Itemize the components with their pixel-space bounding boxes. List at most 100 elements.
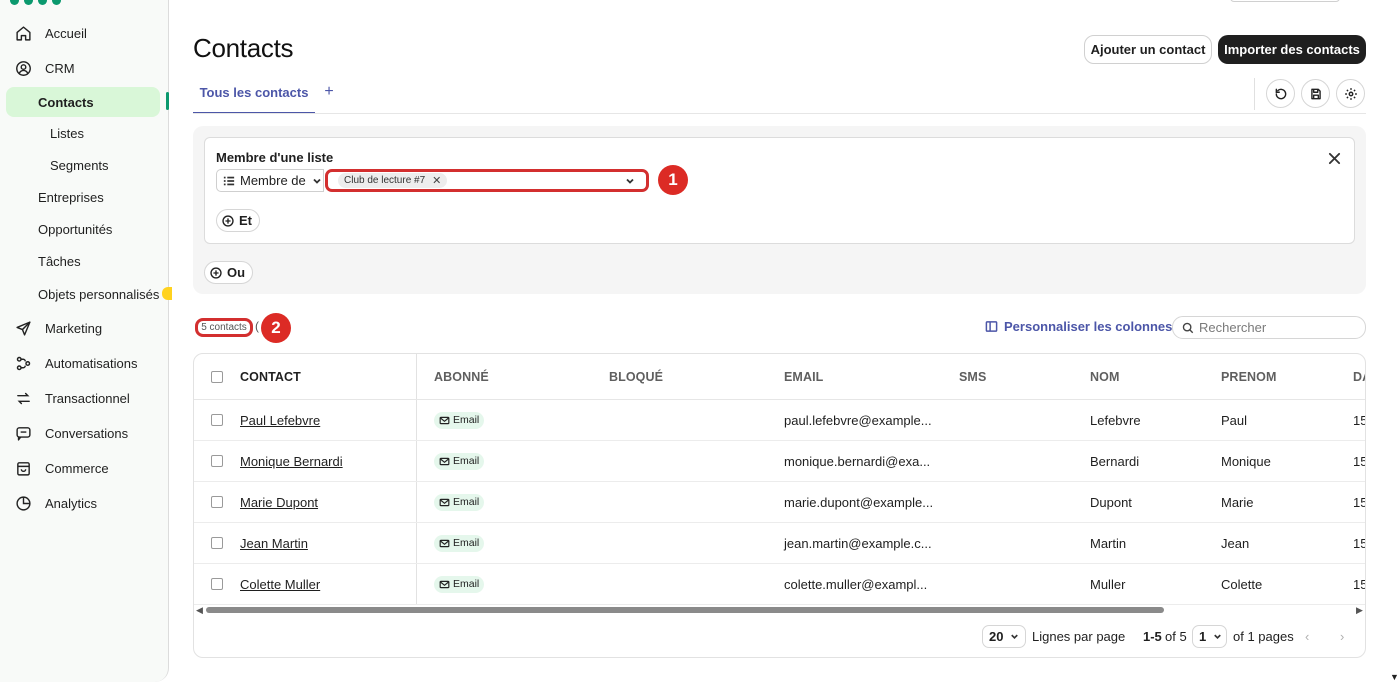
sidebar-item-accueil[interactable]: Accueil: [6, 18, 160, 48]
prenom-cell: Jean: [1221, 535, 1250, 551]
sidebar-item-marketing[interactable]: Marketing: [6, 313, 160, 343]
column-header-email[interactable]: EMAIL: [784, 354, 823, 399]
nom-cell: Bernardi: [1090, 453, 1140, 469]
rows-per-page-value: 20: [989, 629, 1004, 644]
sidebar-item-analytics[interactable]: Analytics: [6, 488, 160, 518]
add-contact-button[interactable]: Ajouter un contact: [1084, 35, 1212, 64]
sidebar-item-opportunites[interactable]: Opportunités: [6, 214, 160, 244]
sidebar-item-listes[interactable]: Listes: [6, 118, 160, 148]
search-input[interactable]: [1199, 320, 1349, 335]
row-checkbox[interactable]: [211, 564, 223, 604]
plus-circle-icon: [222, 214, 234, 227]
page-scroll-down-arrow[interactable]: ▼: [1390, 672, 1399, 682]
sidebar-item-taches[interactable]: Tâches: [6, 246, 160, 276]
table-row[interactable]: Paul Lefebvre Email paul.lefebvre@exampl…: [194, 400, 1365, 441]
next-page-button[interactable]: ›: [1340, 629, 1344, 644]
column-header-prenom[interactable]: PRENOM: [1221, 354, 1276, 399]
row-checkbox[interactable]: [211, 523, 223, 563]
chevron-down-icon: [626, 178, 634, 184]
select-all-checkbox[interactable]: [211, 354, 223, 399]
list-select[interactable]: Club de lecture #7 ✕: [325, 169, 649, 192]
total-pages: of 1 pages: [1233, 629, 1294, 644]
customize-columns-button[interactable]: Personnaliser les colonnes: [985, 319, 1172, 334]
sidebar-item-objets-personnalises[interactable]: Objets personnalisés: [6, 279, 160, 309]
prev-page-button[interactable]: ‹: [1305, 629, 1309, 644]
active-indicator: [166, 92, 169, 110]
subscribed-badge: Email: [434, 411, 485, 429]
sidebar-item-crm[interactable]: CRM: [6, 53, 160, 83]
sidebar-item-conversations[interactable]: Conversations: [6, 418, 160, 448]
and-label: Et: [239, 213, 252, 228]
row-checkbox[interactable]: [211, 400, 223, 440]
add-and-condition-button[interactable]: Et: [216, 209, 260, 232]
sidebar: Accueil CRM Contacts Listes Segments Ent…: [0, 0, 172, 682]
contact-link[interactable]: Monique Bernardi: [240, 454, 343, 469]
table-row[interactable]: Colette Muller Email colette.muller@exam…: [194, 564, 1365, 605]
horizontal-scrollbar-thumb[interactable]: [206, 607, 1164, 613]
sidebar-item-automatisations[interactable]: Automatisations: [6, 348, 160, 378]
tab-all-contacts[interactable]: Tous les contacts: [193, 80, 315, 114]
save-icon: [1310, 88, 1321, 99]
column-header-sms[interactable]: SMS: [959, 354, 986, 399]
chevron-down-icon: [1011, 634, 1019, 640]
close-icon: [1328, 152, 1340, 164]
customize-label: Personnaliser les colonnes: [1004, 319, 1173, 334]
email-cell: colette.muller@exampl...: [784, 576, 928, 592]
email-cell: monique.bernardi@exa...: [784, 453, 931, 469]
reset-icon: [1275, 88, 1286, 99]
row-checkbox[interactable]: [211, 441, 223, 481]
table-row[interactable]: Monique Bernardi Email monique.bernardi@…: [194, 441, 1365, 482]
column-header-contact[interactable]: CONTACT: [240, 354, 301, 399]
contact-link[interactable]: Marie Dupont: [240, 495, 318, 510]
page-select[interactable]: 1: [1192, 625, 1227, 648]
rows-per-page-select[interactable]: 20: [982, 625, 1026, 648]
add-or-condition-button[interactable]: Ou: [204, 261, 254, 284]
scroll-left-arrow[interactable]: ◀: [196, 605, 203, 616]
sidebar-item-transactionnel[interactable]: Transactionnel: [6, 383, 160, 413]
prenom-cell: Marie: [1221, 494, 1254, 510]
save-view-button[interactable]: [1301, 79, 1330, 108]
crm-icon: [14, 59, 32, 77]
top-button-fragment: [1230, 0, 1340, 2]
table-row[interactable]: Marie Dupont Email marie.dupont@example.…: [194, 482, 1365, 523]
sidebar-item-segments[interactable]: Segments: [6, 150, 160, 180]
chevron-down-icon: [1214, 634, 1222, 640]
remove-chip-icon[interactable]: ✕: [432, 174, 441, 187]
sidebar-item-label: CRM: [45, 60, 75, 76]
column-header-bloque[interactable]: BLOQUÉ: [609, 354, 663, 399]
row-checkbox[interactable]: [211, 482, 223, 522]
chat-icon: [14, 424, 32, 442]
contact-link[interactable]: Paul Lefebvre: [240, 413, 320, 428]
contact-link[interactable]: Colette Muller: [240, 577, 320, 592]
pie-icon: [14, 494, 32, 512]
remove-filter-button[interactable]: [1325, 149, 1343, 167]
sidebar-item-label: Opportunités: [38, 221, 113, 237]
settings-button[interactable]: [1336, 79, 1365, 108]
chevron-down-icon: [313, 178, 321, 184]
badge-label: Email: [453, 537, 480, 549]
sidebar-item-contacts[interactable]: Contacts: [6, 87, 160, 117]
contact-link[interactable]: Jean Martin: [240, 536, 308, 551]
nom-cell: Dupont: [1090, 494, 1132, 510]
page-title: Contacts: [193, 33, 294, 63]
reset-view-button[interactable]: [1266, 79, 1295, 108]
column-header-date[interactable]: DA: [1353, 354, 1365, 399]
operator-select[interactable]: Membre de: [216, 169, 324, 192]
new-badge: [162, 287, 172, 300]
search-field[interactable]: [1172, 316, 1366, 339]
column-header-abonne[interactable]: ABONNÉ: [434, 354, 489, 399]
gear-icon: [1344, 87, 1357, 100]
scroll-right-arrow[interactable]: ▶: [1356, 605, 1363, 616]
date-cell: 15: [1353, 494, 1365, 510]
sidebar-item-label: Marketing: [45, 320, 103, 336]
column-header-nom[interactable]: NOM: [1090, 354, 1119, 399]
import-contacts-button[interactable]: Importer des contacts: [1218, 35, 1366, 64]
badge-label: Email: [453, 414, 480, 426]
sidebar-item-commerce[interactable]: Commerce: [6, 453, 160, 483]
subscribed-badge: Email: [434, 534, 485, 552]
table-row[interactable]: Jean Martin Email jean.martin@example.c.…: [194, 523, 1365, 564]
add-tab-button[interactable]: +: [320, 83, 338, 101]
sidebar-item-entreprises[interactable]: Entreprises: [6, 182, 160, 212]
contacts-table: CONTACT ABONNÉ BLOQUÉ EMAIL SMS NOM PREN…: [193, 353, 1366, 658]
mail-icon: [439, 457, 450, 465]
